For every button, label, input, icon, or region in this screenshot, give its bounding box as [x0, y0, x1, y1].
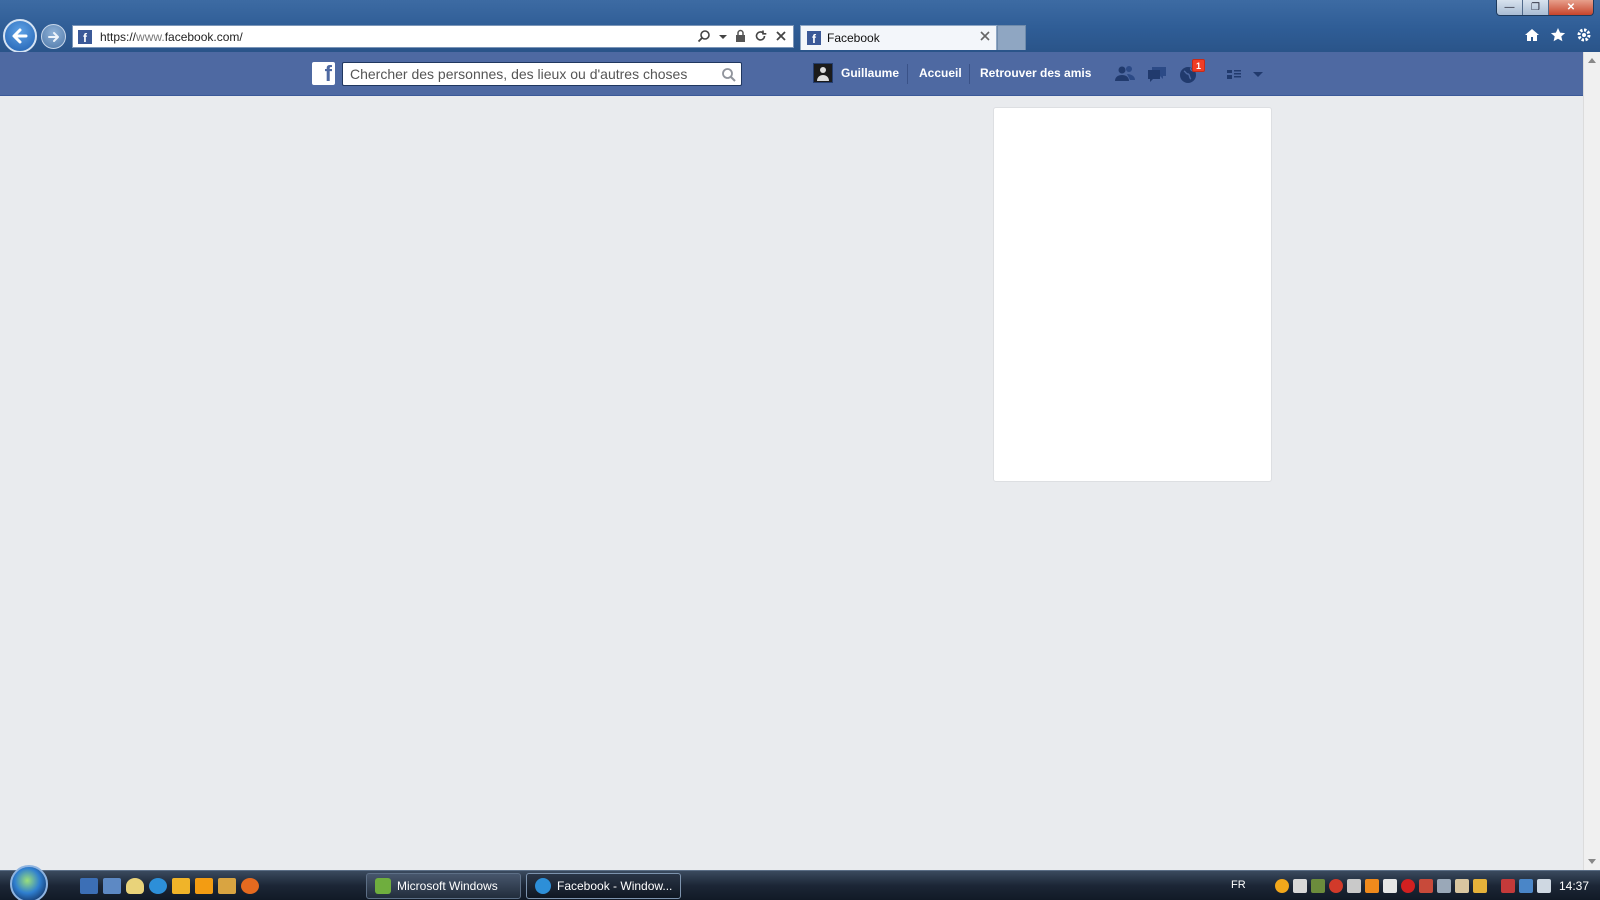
search-box	[342, 62, 742, 86]
folder-icon[interactable]	[172, 878, 190, 894]
tab-facebook[interactable]: f Facebook	[800, 25, 997, 50]
right-sidebar-card	[993, 107, 1272, 482]
avatar	[813, 63, 833, 83]
clock[interactable]: 14:37	[1559, 879, 1589, 893]
address-tools	[697, 29, 787, 43]
taskbar: Microsoft Windows Facebook - Window... F…	[0, 865, 1600, 900]
nav-divider	[969, 64, 970, 84]
taskbar-button-label: Microsoft Windows	[397, 879, 498, 893]
language-indicator[interactable]: FR	[1231, 879, 1246, 891]
tray-app-icon[interactable]	[1347, 879, 1361, 893]
nav-divider	[907, 64, 908, 84]
minimize-button[interactable]: —	[1497, 0, 1523, 15]
tray-app-icon[interactable]	[1419, 879, 1433, 893]
url-scheme: https://	[100, 29, 137, 44]
facebook-header: f Guillaume Accueil Retrouver des amis 1	[0, 52, 1583, 96]
home-icon[interactable]	[1524, 27, 1540, 43]
profile-link[interactable]: Guillaume	[813, 63, 899, 83]
tray-app-icon[interactable]	[1501, 879, 1515, 893]
tray-app-icon[interactable]	[1311, 879, 1325, 893]
taskbar-button-facebook[interactable]: Facebook - Window...	[526, 873, 681, 899]
search-icon[interactable]	[697, 29, 711, 43]
notification-badge: 1	[1192, 59, 1205, 72]
home-link[interactable]: Accueil	[919, 66, 962, 80]
tab-title: Facebook	[827, 31, 880, 45]
friend-requests-icon[interactable]	[1114, 64, 1136, 84]
vertical-scrollbar[interactable]	[1583, 52, 1600, 870]
arrow-left-icon	[12, 28, 28, 44]
tray-app-icon[interactable]	[1383, 879, 1397, 893]
user-name: Guillaume	[841, 66, 900, 80]
scroll-down-icon[interactable]	[1588, 859, 1596, 864]
facebook-logo[interactable]: f	[312, 62, 335, 85]
tray-app-icon[interactable]	[1329, 879, 1343, 893]
volume-icon[interactable]	[1537, 879, 1551, 893]
close-window-button[interactable]: ✕	[1549, 0, 1593, 15]
messages-icon[interactable]	[1146, 64, 1168, 84]
messenger-icon[interactable]	[126, 878, 144, 894]
new-tab-button[interactable]	[997, 25, 1026, 50]
scroll-up-icon[interactable]	[1588, 58, 1596, 63]
firefox-icon[interactable]	[241, 878, 259, 894]
network-icon[interactable]	[1519, 879, 1533, 893]
taskbar-button-label: Facebook - Window...	[557, 879, 673, 893]
tray-app-icon[interactable]	[1455, 879, 1469, 893]
windows-app-icon	[375, 878, 391, 894]
url-text[interactable]: https://www.facebook.com/	[100, 30, 243, 44]
refresh-icon[interactable]	[754, 29, 767, 43]
tray-app-icon[interactable]	[1275, 879, 1289, 893]
browser-tools	[1524, 27, 1592, 43]
maximize-button[interactable]: ❐	[1523, 0, 1549, 15]
arrow-right-icon	[47, 31, 59, 42]
paint-icon[interactable]	[218, 878, 236, 894]
opera-icon[interactable]	[1401, 879, 1415, 893]
facebook-favicon-icon: f	[78, 29, 92, 44]
chevron-down-icon[interactable]	[719, 29, 727, 43]
back-button[interactable]	[3, 19, 37, 53]
address-bar[interactable]: f https://www.facebook.com/	[72, 25, 794, 48]
find-friends-link[interactable]: Retrouver des amis	[980, 66, 1091, 80]
internet-explorer-icon[interactable]	[149, 878, 167, 894]
browser-chrome: — ❐ ✕ f https://www.facebook.com/ f Face…	[0, 0, 1600, 53]
start-button[interactable]	[10, 865, 48, 900]
privacy-shortcuts-icon[interactable]	[1223, 64, 1245, 84]
facebook-favicon-icon: f	[807, 31, 821, 45]
gear-icon[interactable]	[1576, 27, 1592, 43]
window-controls: — ❐ ✕	[1496, 0, 1594, 16]
url-host-prefix: www.	[136, 29, 165, 44]
url-host: facebook.com/	[164, 29, 243, 44]
internet-explorer-icon	[535, 878, 551, 894]
user-silhouette-icon	[817, 67, 829, 81]
calendar-icon[interactable]	[1365, 879, 1379, 893]
media-player-icon[interactable]	[195, 878, 213, 894]
search-icon[interactable]	[721, 67, 737, 83]
mail-icon[interactable]	[1293, 879, 1307, 893]
tray-app-icon[interactable]	[1437, 879, 1451, 893]
chevron-down-icon[interactable]	[1251, 64, 1265, 84]
lock-icon[interactable]	[735, 29, 746, 43]
switch-windows-icon[interactable]	[103, 878, 121, 894]
star-icon[interactable]	[1550, 27, 1566, 43]
close-tab-icon[interactable]	[979, 30, 991, 42]
show-desktop-icon[interactable]	[80, 878, 98, 894]
taskbar-button-windows[interactable]: Microsoft Windows	[366, 873, 521, 899]
search-input[interactable]	[343, 63, 703, 85]
tray-app-icon[interactable]	[1473, 879, 1487, 893]
stop-icon[interactable]	[775, 29, 787, 43]
forward-button[interactable]	[41, 24, 66, 49]
